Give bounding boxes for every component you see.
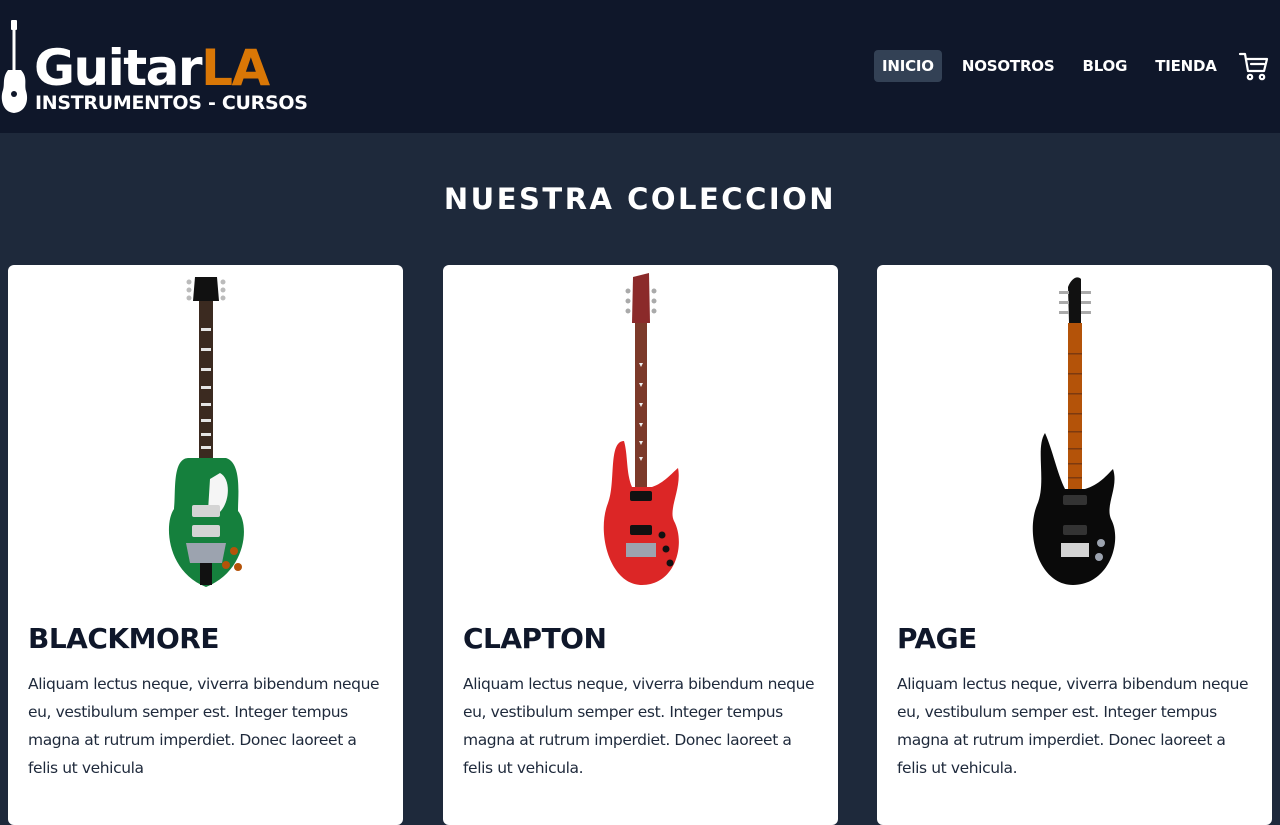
logo-title: GuitarLA (34, 39, 270, 97)
nav-tienda[interactable]: TIENDA (1147, 50, 1224, 82)
product-description: Aliquam lectus neque, viverra bibendum n… (897, 675, 1249, 777)
guitar-image (1032, 277, 1115, 585)
product-card: PAGE Aliquam lectus neque, viverra biben… (877, 265, 1272, 825)
product-card: CLAPTON Aliquam lectus neque, viverra bi… (443, 265, 838, 825)
guitar-icon (1, 20, 28, 113)
product-description: Aliquam lectus neque, viverra bibendum n… (463, 675, 815, 777)
product-name: BLACKMORE (28, 622, 219, 655)
product-description: Aliquam lectus neque, viverra bibendum n… (28, 675, 380, 777)
nav-nosotros[interactable]: NOSOTROS (954, 50, 1063, 82)
nav-blog[interactable]: BLOG (1074, 50, 1135, 82)
cart-icon[interactable] (1238, 50, 1270, 82)
section-title: NUESTRA COLECCION (443, 182, 837, 216)
main-nav: INICIO NOSOTROS BLOG TIENDA (874, 50, 1225, 82)
guitar-image (603, 273, 679, 585)
logo-subtitle: INSTRUMENTOS - CURSOS (35, 92, 308, 114)
product-name: PAGE (897, 622, 977, 655)
nav-inicio[interactable]: INICIO (874, 50, 942, 82)
site-logo[interactable]: GuitarLA INSTRUMENTOS - CURSOS (0, 18, 310, 118)
site-header: GuitarLA INSTRUMENTOS - CURSOS INICIO NO… (0, 0, 1280, 133)
product-card: BLACKMORE Aliquam lectus neque, viverra … (8, 265, 403, 825)
product-name: CLAPTON (463, 622, 607, 655)
guitar-image (168, 277, 244, 587)
